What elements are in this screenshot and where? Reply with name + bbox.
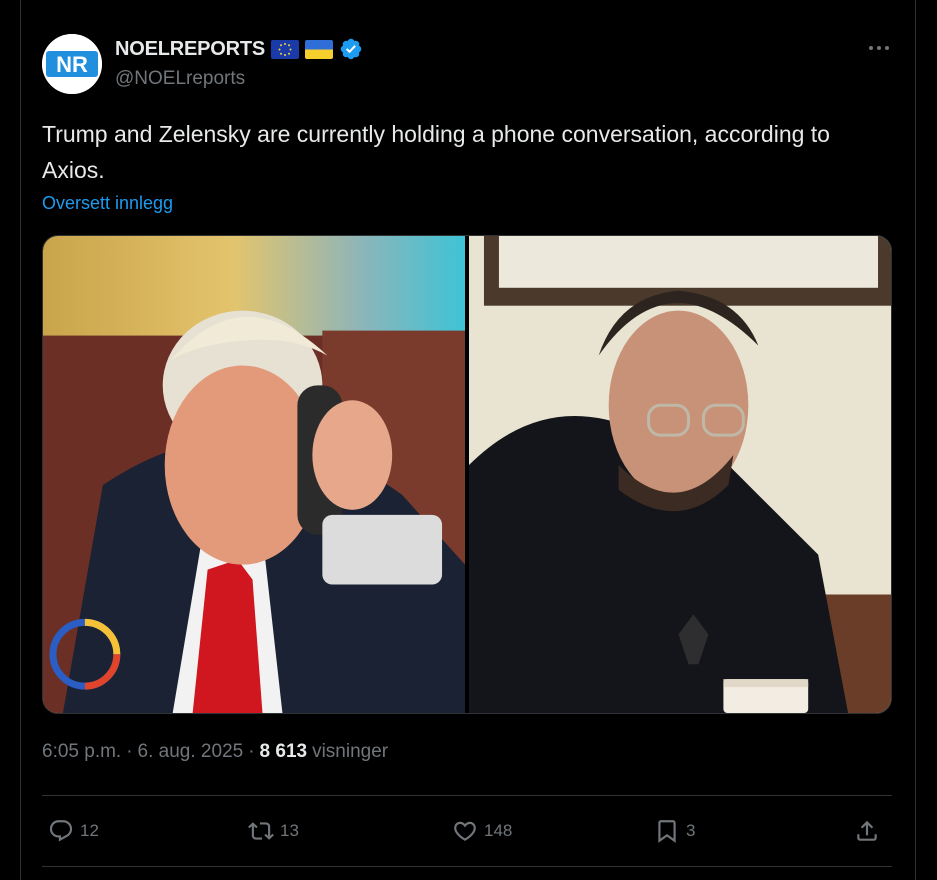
author-name-row[interactable]: NOELREPORTS (115, 37, 363, 61)
reply-icon (49, 820, 73, 842)
tweet-media[interactable] (42, 235, 892, 714)
divider-top (42, 795, 892, 796)
avatar-initials: NR (56, 52, 88, 77)
bookmark-count: 3 (686, 821, 696, 840)
verified-badge-icon[interactable] (339, 37, 363, 61)
display-name[interactable]: NOELREPORTS (115, 38, 265, 61)
ukraine-flag-icon (305, 39, 334, 59)
meta-separator: · (126, 741, 133, 762)
nr-logo-icon: NR (42, 34, 102, 94)
tweet-date[interactable]: 6. aug. 2025 (138, 741, 244, 763)
bookmark-icon (658, 820, 676, 843)
timeline-border-left (20, 0, 21, 880)
views-label: visninger (312, 741, 389, 762)
tweet-meta: 6:05 p.m. · 6. aug. 2025 · 8 613 visning… (42, 741, 388, 763)
photo-zelensky-on-phone-icon (469, 236, 891, 713)
tweet-text: Trump and Zelensky are currently holding… (42, 121, 830, 183)
tweet-time[interactable]: 6:05 p.m. (42, 741, 121, 763)
media-photo-left[interactable] (43, 236, 465, 713)
photo-trump-on-phone-icon (43, 236, 465, 713)
avatar[interactable]: NR (42, 34, 102, 94)
views-count: 8 613 (259, 741, 308, 762)
heart-icon (454, 821, 476, 841)
divider-bottom (42, 866, 892, 867)
repost-button[interactable]: 13 (248, 810, 299, 852)
reply-count: 12 (80, 821, 99, 840)
timeline-border-right (915, 0, 916, 880)
repost-count: 13 (280, 821, 299, 840)
author-handle[interactable]: @NOELreports (115, 68, 245, 90)
like-count: 148 (484, 821, 513, 840)
bookmark-button[interactable]: 3 (654, 810, 695, 852)
more-options-icon[interactable] (865, 38, 893, 58)
action-bar: 12 13 148 3 (42, 810, 892, 852)
share-button[interactable] (854, 810, 880, 852)
repost-icon (248, 822, 274, 840)
eu-flag-icon (271, 39, 300, 59)
translate-post-link[interactable]: Oversett innlegg (42, 193, 173, 214)
meta-separator: · (248, 741, 255, 762)
share-icon (857, 820, 877, 841)
reply-button[interactable]: 12 (48, 810, 99, 852)
media-photo-right[interactable] (469, 236, 891, 713)
like-button[interactable]: 148 (452, 810, 512, 852)
